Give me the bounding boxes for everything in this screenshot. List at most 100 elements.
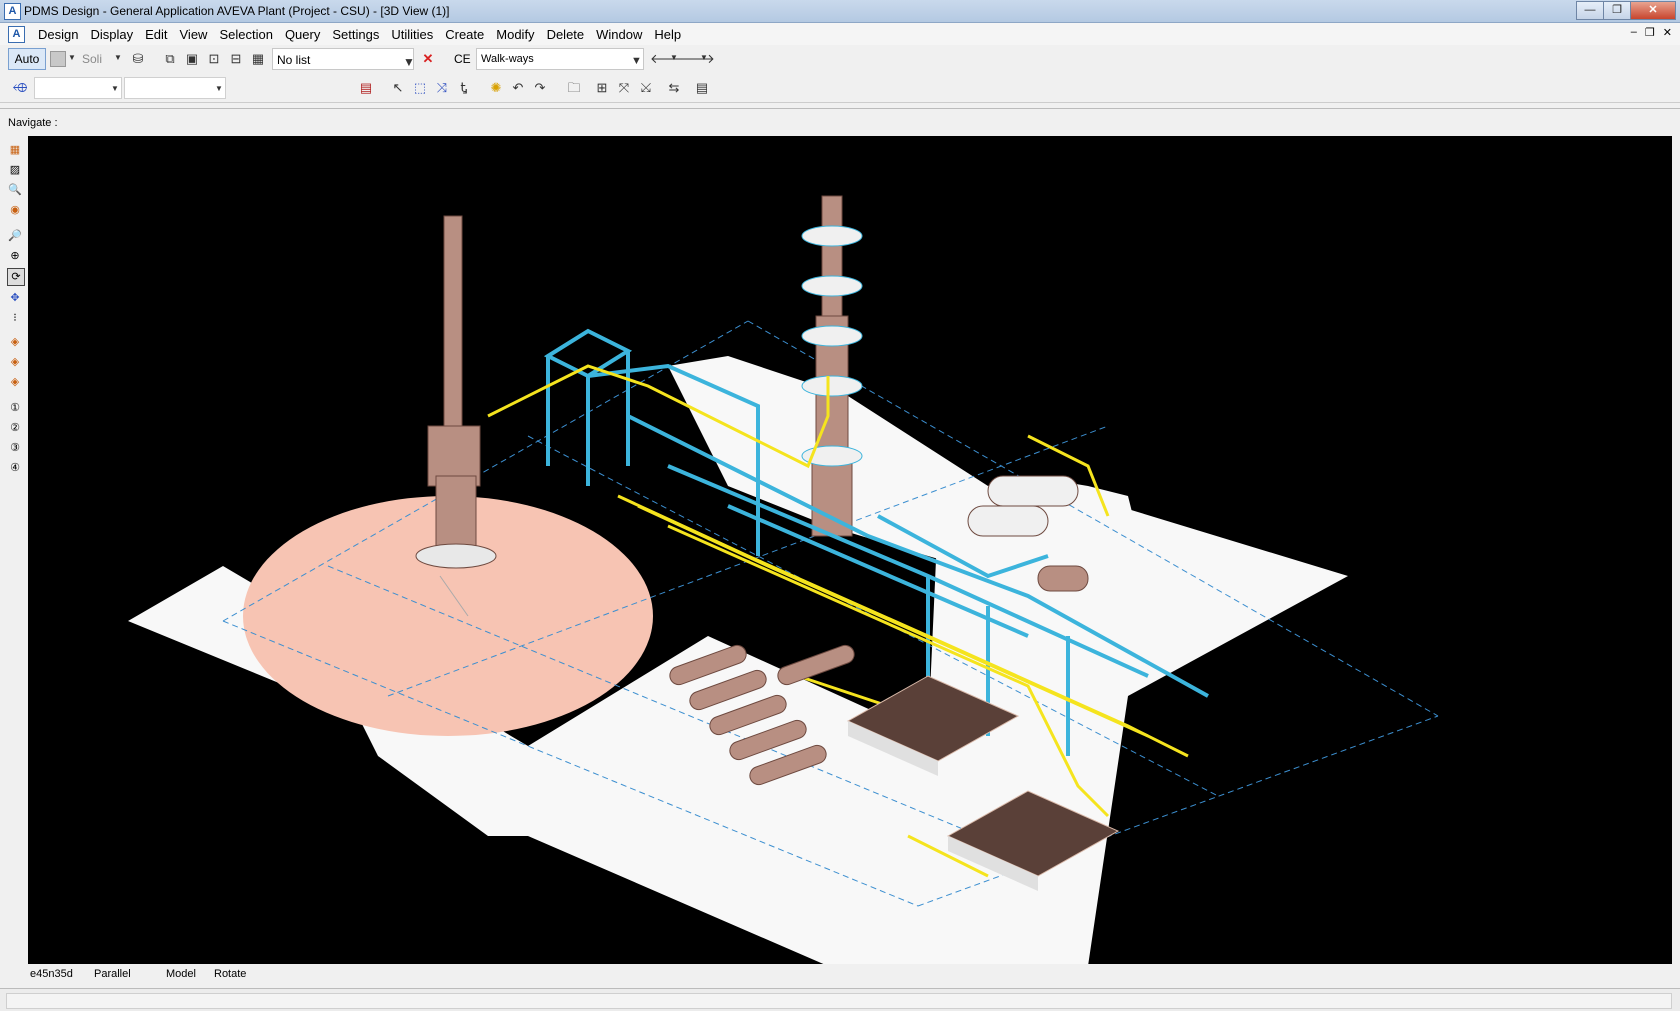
menu-settings[interactable]: Settings [326, 27, 385, 42]
mdi-restore-button[interactable]: ❐ [1645, 26, 1655, 39]
windows-icon[interactable]: ⊟ [226, 49, 246, 69]
light-icon[interactable]: ✺ [486, 78, 506, 98]
menu-create[interactable]: Create [439, 27, 490, 42]
list-dropdown-icon[interactable]: ▼ [403, 55, 415, 69]
back-dropdown-icon[interactable]: ▼ [670, 53, 678, 62]
stack [415, 215, 497, 617]
ce-label: CE [454, 52, 471, 66]
red-x-icon[interactable]: ✕ [418, 49, 438, 69]
model-editor-icon[interactable]: ▨ [7, 162, 23, 178]
pan-icon[interactable]: ✥ [7, 290, 23, 306]
grid-icon[interactable]: ▦ [248, 49, 268, 69]
arrow-right-icon[interactable]: 🡒 [680, 49, 715, 69]
zoom-icon[interactable]: 🔍 [7, 182, 23, 198]
view-combo-1-dropdown-icon[interactable]: ▼ [111, 84, 119, 93]
view-tools-toolbar: ▦ ▨ 🔍 ◉ 🔎 ⊕ ⟳ ✥ ⁝ ◈ ◈ ◈ ① ② ③ ④ [0, 134, 27, 964]
mdi-close-button[interactable]: ✕ [1663, 26, 1672, 39]
menu-utilities[interactable]: Utilities [385, 27, 439, 42]
mouse-action: Rotate [214, 968, 247, 980]
document-icon[interactable]: A [8, 26, 25, 43]
view-direction-icon[interactable]: ⬲ [10, 78, 30, 98]
menu-edit[interactable]: Edit [139, 27, 173, 42]
clip-icon[interactable]: ⤩ [636, 78, 656, 98]
app-icon: A [4, 3, 21, 20]
view-direction: e45n35d [30, 968, 73, 980]
copy-icon[interactable]: ⧉ [160, 49, 180, 69]
select-box-icon[interactable]: ⬚ [410, 78, 430, 98]
menu-design[interactable]: Design [32, 27, 84, 42]
menu-bar: A Design Display Edit View Selection Que… [0, 23, 1680, 45]
ground-slab-right [668, 356, 1138, 596]
solid-dropdown-icon[interactable]: ▼ [114, 53, 122, 62]
section-1-icon[interactable]: ◈ [7, 334, 23, 350]
network-icon[interactable]: ⇆ [664, 78, 684, 98]
undo-icon[interactable]: ↶ [508, 78, 528, 98]
zoom-extents-icon[interactable]: ⊞ [592, 78, 612, 98]
menu-delete[interactable]: Delete [541, 27, 591, 42]
redo-icon[interactable]: ↷ [530, 78, 550, 98]
rotate-icon[interactable]: ⟳ [7, 268, 25, 286]
camera-1-icon[interactable]: ① [7, 400, 23, 416]
ce-dropdown-icon[interactable]: ▼ [631, 55, 642, 67]
camera-2-icon[interactable]: ② [7, 420, 23, 436]
menu-list: Design Display Edit View Selection Query… [32, 27, 687, 42]
navigate-bar: Navigate : [0, 108, 1680, 135]
section-3-icon[interactable]: ◈ [7, 374, 23, 390]
camera-3-icon[interactable]: ③ [7, 440, 23, 456]
plant-model-render[interactable] [28, 136, 1672, 966]
title-bar: A PDMS Design - General Application AVEV… [0, 0, 1680, 23]
list-value: No list [277, 53, 311, 67]
properties-icon[interactable]: ▤ [692, 78, 712, 98]
menu-selection[interactable]: Selection [213, 27, 278, 42]
close-button[interactable]: ✕ [1630, 1, 1676, 20]
mdi-controls: – ❐ ✕ [1631, 26, 1672, 39]
colour-dropdown-icon[interactable]: ▼ [68, 53, 76, 62]
clash-icon[interactable]: ▤ [356, 78, 376, 98]
menu-display[interactable]: Display [84, 27, 139, 42]
view-combo-1[interactable]: ▼ [34, 77, 122, 99]
view-mode: Model [166, 968, 196, 980]
minimize-button[interactable]: — [1576, 1, 1604, 20]
3d-view[interactable] [28, 136, 1672, 966]
camera-4-icon[interactable]: ④ [7, 460, 23, 476]
status-bar [0, 988, 1680, 1011]
mdi-minimize-button[interactable]: – [1631, 26, 1637, 39]
text-icon[interactable]: Ꮏ [454, 78, 474, 98]
menu-view[interactable]: View [174, 27, 214, 42]
section-2-icon[interactable]: ◈ [7, 354, 23, 370]
pointer-icon[interactable]: ↖ [388, 78, 408, 98]
ce-combo[interactable]: Walk-ways ▼ [476, 48, 644, 70]
menu-modify[interactable]: Modify [490, 27, 540, 42]
projection-mode: Parallel [94, 968, 131, 980]
secondary-toolbar: ⬲ ▼ ▼ ▤ ↖ ⬚ ⤨ Ꮏ ✺ ↶ ↷ 🗀 ⊞ ⤧ ⤩ ⇆ ▤ [0, 74, 1680, 103]
colour-swatch[interactable] [50, 51, 66, 67]
zoom-in-icon[interactable]: 🔎 [7, 228, 23, 244]
window-controls: — ❐ ✕ [1576, 1, 1676, 20]
navigate-label: Navigate : [8, 117, 58, 129]
pick-point-icon[interactable]: ⁝ [7, 310, 23, 326]
pick-icon[interactable]: ⤨ [432, 78, 452, 98]
view-combo-2[interactable]: ▼ [124, 77, 226, 99]
restore-button[interactable]: ❐ [1603, 1, 1631, 20]
menu-window[interactable]: Window [590, 27, 648, 42]
menu-query[interactable]: Query [279, 27, 326, 42]
walk-icon[interactable]: ⤧ [614, 78, 634, 98]
window-icon[interactable]: ⊡ [204, 49, 224, 69]
arrow-left-icon[interactable]: 🡐 [650, 49, 685, 69]
list-combo[interactable]: No list ▼ [272, 48, 415, 70]
status-field [6, 993, 1672, 1009]
window-title: PDMS Design - General Application AVEVA … [24, 4, 450, 18]
zoom-out-icon[interactable]: ⊕ [7, 248, 23, 264]
view-status: e45n35d Parallel Model Rotate [0, 964, 1680, 984]
walk-through-icon[interactable]: ▦ [7, 142, 23, 158]
cylinder-icon[interactable]: ⛁ [128, 49, 148, 69]
forward-dropdown-icon[interactable]: ▼ [700, 53, 708, 62]
auto-button[interactable]: Auto [8, 48, 46, 70]
explorer-icon[interactable]: 🗀 [564, 78, 584, 98]
solid-mode-label[interactable]: Soli [82, 52, 102, 66]
ce-value: Walk-ways [481, 53, 534, 65]
menu-help[interactable]: Help [648, 27, 687, 42]
save-icon[interactable]: ▣ [182, 49, 202, 69]
orbit-icon[interactable]: ◉ [7, 202, 23, 218]
view-combo-2-dropdown-icon[interactable]: ▼ [215, 84, 223, 93]
